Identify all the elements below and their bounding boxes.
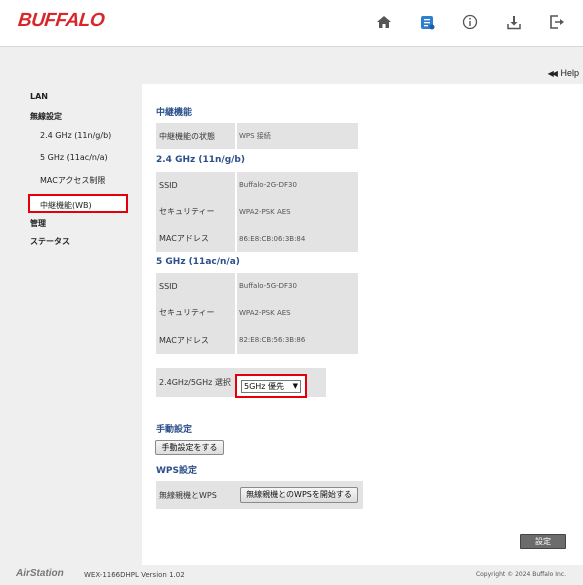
mac-2-4ghz-value: 86:E8:CB:06:3B:84 <box>239 234 306 243</box>
main-panel: 中継機能 中継機能の状態 WPS 接続 2.4 GHz (11n/g/b) SS… <box>142 84 583 565</box>
ssid-2-4ghz-value: Buffalo-2G-DF30 <box>239 181 297 189</box>
sidebar-item-repeater[interactable]: 中継機能(WB) <box>28 194 128 213</box>
sidebar-item-admin[interactable]: 管理 <box>30 218 46 229</box>
wps-start-button[interactable]: 無線親機とのWPSを開始する <box>240 487 358 503</box>
logout-icon[interactable] <box>549 14 567 32</box>
section-title-repeater: 中継機能 <box>156 108 193 118</box>
mac-2-4ghz-row: MACアドレス 86:E8:CB:06:3B:84 <box>156 225 358 254</box>
repeater-status-label: 中継機能の状態 <box>159 131 215 141</box>
sidebar-item-wireless[interactable]: 無線設定 <box>30 111 62 122</box>
section-title-manual: 手動設定 <box>156 425 193 435</box>
security-5ghz-row: セキュリティー WPA2-PSK AES <box>156 299 358 328</box>
chevron-down-icon: ▼ <box>292 382 298 390</box>
model-version: WEX-1166DHPL Version 1.02 <box>84 571 185 579</box>
ssid-5ghz-label: SSID <box>159 281 178 291</box>
help-label: Help <box>560 68 579 78</box>
buffalo-logo: BUFFALO <box>16 10 106 31</box>
repeater-status-row: 中継機能の状態 WPS 接続 <box>156 123 358 151</box>
security-2-4ghz-label: セキュリティー <box>159 207 215 216</box>
repeater-status-value: WPS 接続 <box>239 132 271 140</box>
security-5ghz-value: WPA2-PSK AES <box>239 308 291 317</box>
sidebar-item-status[interactable]: ステータス <box>30 236 70 247</box>
ssid-2-4ghz-label: SSID <box>159 180 178 190</box>
section-title-2-4ghz: 2.4 GHz (11n/g/b) <box>156 155 245 165</box>
ssid-5ghz-value: Buffalo-5G-DF30 <box>239 282 297 290</box>
section-title-wps: WPS設定 <box>156 466 198 476</box>
band-select-label: 2.4GHz/5GHz 選択 <box>159 378 231 387</box>
copyright: Copyright © 2024 Buffalo Inc. <box>475 571 566 578</box>
mac-2-4ghz-label: MACアドレス <box>159 234 209 243</box>
mac-5ghz-value: 82:E8:CB:56:3B:86 <box>239 336 306 344</box>
ssid-2-4ghz-row: SSID Buffalo-2G-DF30 <box>156 172 358 200</box>
save-button[interactable]: 設定 <box>520 534 566 549</box>
sidebar-item-mac-filter[interactable]: MACアクセス制限 <box>40 175 105 186</box>
help-link[interactable]: ◀◀ Help <box>548 68 579 78</box>
ssid-5ghz-row: SSID Buffalo-5G-DF30 <box>156 273 358 301</box>
network-setup-icon[interactable] <box>419 14 437 32</box>
band-select-dropdown[interactable]: 5GHz 優先 ▼ <box>241 380 301 393</box>
sidebar-item-repeater-label: 中継機能(WB) <box>40 201 92 210</box>
wps-label: 無線親機とWPS <box>159 491 217 500</box>
band-select-value: 5GHz 優先 <box>244 382 285 391</box>
security-2-4ghz-value: WPA2-PSK AES <box>239 207 291 216</box>
security-2-4ghz-row: セキュリティー WPA2-PSK AES <box>156 198 358 227</box>
section-title-5ghz: 5 GHz (11ac/n/a) <box>156 257 240 267</box>
sidebar-item-5ghz[interactable]: 5 GHz (11ac/n/a) <box>40 153 108 162</box>
footer: AirStation WEX-1166DHPL Version 1.02 Cop… <box>0 565 583 585</box>
band-select-highlight: 5GHz 優先 ▼ <box>235 374 307 398</box>
download-icon[interactable] <box>506 14 524 32</box>
mac-5ghz-row: MACアドレス 82:E8:CB:56:3B:86 <box>156 326 358 356</box>
double-left-arrow-icon: ◀◀ <box>547 69 558 78</box>
mac-5ghz-label: MACアドレス <box>159 335 209 345</box>
manual-setup-button[interactable]: 手動設定をする <box>155 440 224 455</box>
airstation-logo: AirStation <box>16 568 64 579</box>
sidebar-item-2-4ghz[interactable]: 2.4 GHz (11n/g/b) <box>40 131 111 140</box>
sidebar-item-lan[interactable]: LAN <box>30 92 48 101</box>
home-icon[interactable] <box>376 14 394 32</box>
security-5ghz-label: セキュリティー <box>159 308 215 317</box>
header-bar: BUFFALO <box>0 0 583 47</box>
info-icon[interactable] <box>462 14 480 32</box>
